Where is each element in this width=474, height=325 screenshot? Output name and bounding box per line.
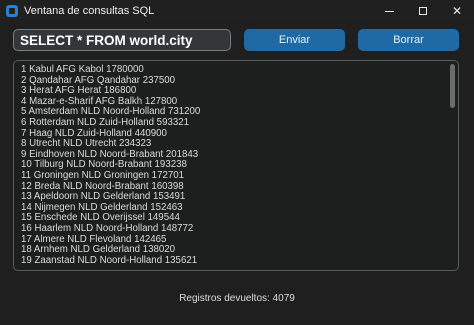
results-textbox[interactable]: 1 Kabul AFG Kabol 1780000 2 Qandahar AFG … bbox=[13, 60, 459, 271]
app-window: Ventana de consultas SQL ✕ Enviar Borrar… bbox=[0, 0, 474, 325]
send-button[interactable]: Enviar bbox=[244, 29, 345, 51]
maximize-button[interactable] bbox=[406, 0, 440, 22]
result-row: 6 Rotterdam NLD Zuid-Holland 593321 bbox=[21, 116, 190, 128]
close-button[interactable]: ✕ bbox=[440, 0, 474, 22]
title-bar[interactable]: Ventana de consultas SQL ✕ bbox=[0, 0, 474, 22]
result-row: 19 Zaanstad NLD Noord-Holland 135621 bbox=[21, 254, 198, 266]
minimize-button[interactable] bbox=[372, 0, 406, 22]
app-icon bbox=[6, 5, 18, 17]
scrollbar-thumb[interactable] bbox=[450, 64, 455, 108]
status-label: Registros devueltos: 4079 bbox=[179, 293, 295, 304]
result-row: 11 Groningen NLD Groningen 172701 bbox=[21, 169, 185, 181]
window-controls: ✕ bbox=[372, 0, 474, 22]
result-row: 1 Kabul AFG Kabol 1780000 bbox=[21, 64, 144, 75]
maximize-icon bbox=[419, 7, 427, 15]
query-input[interactable] bbox=[13, 29, 231, 51]
clear-button[interactable]: Borrar bbox=[358, 29, 459, 51]
minimize-icon bbox=[384, 10, 394, 12]
window-title: Ventana de consultas SQL bbox=[24, 5, 155, 17]
close-icon: ✕ bbox=[451, 4, 463, 18]
results-scrollbar[interactable] bbox=[450, 64, 455, 267]
results-list: 1 Kabul AFG Kabol 1780000 2 Qandahar AFG … bbox=[21, 64, 200, 266]
result-row: 16 Haarlem NLD Noord-Holland 148772 bbox=[21, 222, 194, 234]
